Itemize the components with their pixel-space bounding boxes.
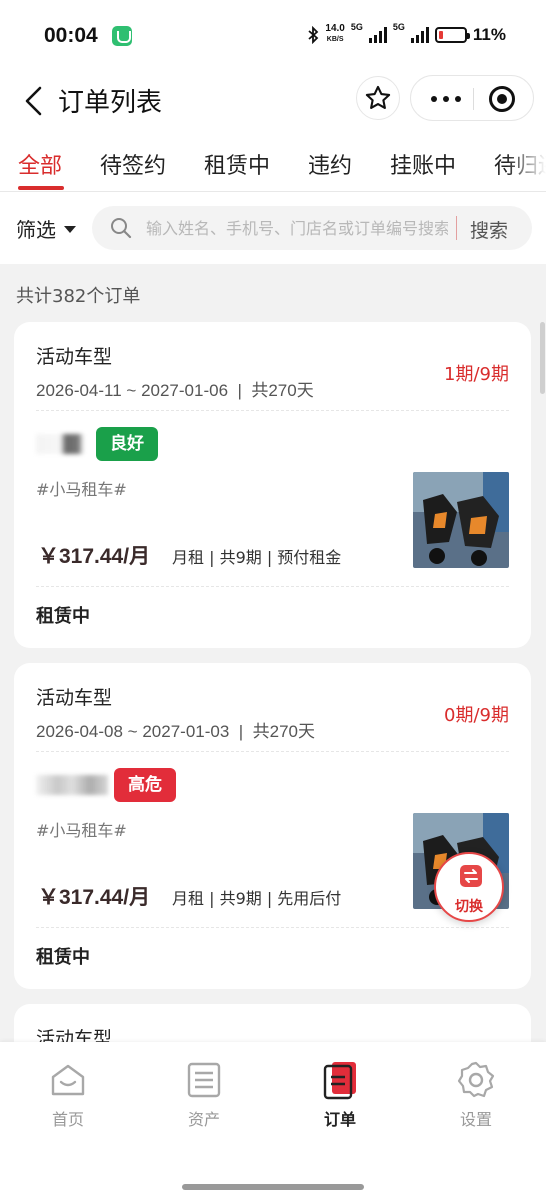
capsule-divider	[473, 88, 474, 110]
filter-label: 筛选	[16, 218, 56, 242]
miniprogram-capsule	[410, 75, 534, 121]
credit-badge: 高危	[114, 768, 176, 802]
search-input[interactable]	[146, 214, 448, 242]
net-speed: 14.0 KB/S	[325, 24, 344, 45]
tab-pending-sign[interactable]: 待签约	[100, 148, 166, 180]
card-divider	[36, 751, 509, 752]
search-separator	[456, 216, 457, 240]
order-date-range: 2026-04-08 ~ 2027-01-03	[36, 722, 230, 741]
nav-orders[interactable]: 订单	[300, 1060, 380, 1130]
star-icon	[365, 85, 391, 109]
total-order-count: 共计382个订单	[16, 286, 141, 307]
nav-settings-label: 设置	[459, 1110, 492, 1129]
order-duration: 共270天	[252, 722, 315, 741]
scooter-image	[413, 472, 509, 568]
monthly-price: ￥317.44/月	[38, 545, 151, 568]
filter-dropdown[interactable]: 筛选	[16, 214, 76, 243]
filter-row: 筛选 搜索	[0, 192, 546, 264]
order-tag: #小马租车#	[36, 480, 127, 499]
sim1-label: 5G	[350, 22, 363, 32]
card-divider	[36, 586, 509, 587]
order-date-range: 2026-04-11 ~ 2027-01-06	[36, 381, 229, 400]
nav-home-label: 首页	[51, 1110, 84, 1129]
nav-assets[interactable]: 资产	[164, 1060, 244, 1130]
tab-all[interactable]: 全部	[18, 148, 62, 180]
target-icon[interactable]	[489, 86, 515, 112]
switch-label: 切换	[455, 899, 483, 915]
tabs-fade	[506, 130, 546, 190]
page-title: 订单列表	[58, 88, 163, 118]
signal-icon-2	[410, 26, 429, 43]
nav-orders-label: 订单	[323, 1110, 356, 1129]
caret-down-icon	[64, 226, 76, 233]
status-bar: 00:04 14.0 KB/S 5G 5G 11%	[0, 0, 546, 72]
customer-name-masked	[36, 434, 96, 454]
status-indicators: 14.0 KB/S 5G 5G 11%	[307, 22, 506, 45]
order-tabs: 全部 待签约 租赁中 违约 挂账中 待归还	[0, 130, 546, 192]
order-dates: 2026-04-11 ~ 2027-01-06 | 共270天	[36, 381, 314, 400]
customer-name-masked	[36, 775, 108, 795]
home-icon	[51, 1064, 85, 1096]
search-icon	[111, 218, 132, 239]
rental-terms: 月租 | 共9期 | 先用后付	[172, 889, 342, 908]
net-speed-unit: KB/S	[326, 36, 344, 43]
settings-icon	[457, 1061, 495, 1098]
monthly-price: ￥317.44/月	[38, 886, 151, 909]
orders-icon	[323, 1062, 356, 1100]
bluetooth-icon	[308, 25, 319, 44]
app-notification-icon	[112, 26, 132, 46]
order-model: 活动车型	[36, 687, 113, 709]
credit-badge: 良好	[96, 427, 158, 461]
order-card[interactable]: 活动车型 1期/9期 2026-04-11 ~ 2027-01-06 | 共27…	[14, 322, 531, 648]
more-icon[interactable]	[431, 96, 461, 102]
bottom-navigation: 首页 资产 订单 设置	[0, 1042, 546, 1200]
back-icon[interactable]	[18, 84, 52, 118]
battery-icon	[434, 26, 470, 43]
tab-renting[interactable]: 租赁中	[204, 148, 270, 180]
order-duration: 共270天	[251, 381, 314, 400]
order-status: 租赁中	[36, 606, 90, 627]
order-status: 租赁中	[36, 947, 90, 968]
scrollbar[interactable]	[540, 322, 545, 394]
sim2-label: 5G	[392, 22, 405, 32]
search-button[interactable]: 搜索	[470, 216, 508, 243]
home-indicator	[182, 1184, 364, 1190]
order-period: 0期/9期	[444, 705, 509, 726]
order-model: 活动车型	[36, 346, 113, 368]
active-tab-indicator	[18, 186, 64, 190]
nav-settings[interactable]: 设置	[436, 1060, 516, 1130]
switch-icon	[460, 865, 482, 887]
card-divider	[36, 927, 509, 928]
rental-terms: 月租 | 共9期 | 预付租金	[172, 548, 342, 567]
search-box: 搜索	[92, 206, 532, 250]
battery-percent: 11%	[472, 24, 506, 44]
switch-button[interactable]: 切换	[434, 852, 504, 922]
order-period: 1期/9期	[444, 364, 509, 385]
nav-assets-label: 资产	[187, 1110, 220, 1129]
tab-on-account[interactable]: 挂账中	[390, 148, 456, 180]
nav-home[interactable]: 首页	[28, 1060, 108, 1130]
assets-icon	[187, 1062, 221, 1098]
header: 订单列表	[0, 72, 546, 130]
favorite-button[interactable]	[356, 76, 400, 120]
order-card[interactable]: 活动车型 0期/9期 2026-04-08 ~ 2027-01-03 | 共27…	[14, 663, 531, 989]
order-dates: 2026-04-08 ~ 2027-01-03 | 共270天	[36, 722, 315, 741]
signal-icon-1	[368, 26, 387, 43]
net-speed-value: 14.0	[325, 23, 345, 34]
status-time: 00:04	[44, 24, 98, 47]
order-tag: #小马租车#	[36, 821, 127, 840]
card-divider	[36, 410, 509, 411]
tab-default[interactable]: 违约	[308, 148, 352, 180]
